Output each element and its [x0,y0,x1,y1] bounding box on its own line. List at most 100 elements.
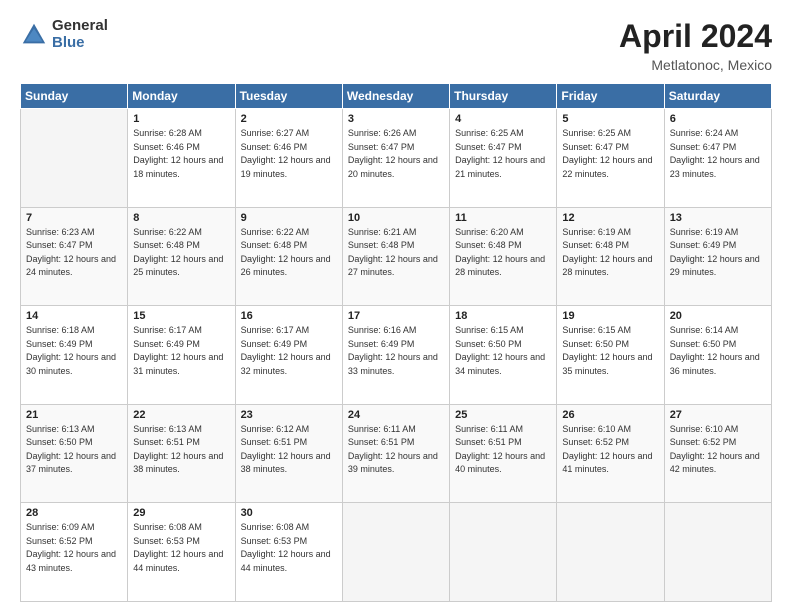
calendar-location: Metlatonoc, Mexico [619,57,772,73]
logo: General Blue [20,18,108,51]
calendar-cell [21,109,128,208]
logo-general-text: General [52,18,108,35]
day-number: 5 [562,113,658,125]
calendar-title: April 2024 [619,18,772,55]
day-info: Sunrise: 6:08 AMSunset: 6:53 PMDaylight:… [133,521,229,575]
calendar-cell [342,503,449,602]
day-info: Sunrise: 6:17 AMSunset: 6:49 PMDaylight:… [133,324,229,378]
calendar-week-3: 21 Sunrise: 6:13 AMSunset: 6:50 PMDayligh… [21,404,772,503]
calendar-week-4: 28 Sunrise: 6:09 AMSunset: 6:52 PMDayligh… [21,503,772,602]
day-number: 16 [241,310,337,322]
calendar-cell: 13Sunrise: 6:19 AMSunset: 6:49 PMDayligh… [664,207,771,306]
day-number: 21 [26,409,122,421]
day-number: 29 [133,507,229,519]
calendar-cell [557,503,664,602]
day-info: Sunrise: 6:27 AMSunset: 6:46 PMDaylight:… [241,127,337,181]
day-info: Sunrise: 6:26 AMSunset: 6:47 PMDaylight:… [348,127,444,181]
day-info: Sunrise: 6:13 AMSunset: 6:50 PMDaylight:… [26,423,122,477]
day-info: Sunrise: 6:28 AMSunset: 6:46 PMDaylight:… [133,127,229,181]
day-info: Sunrise: 6:25 AMSunset: 6:47 PMDaylight:… [562,127,658,181]
logo-icon [20,21,48,49]
calendar-cell: 16Sunrise: 6:17 AMSunset: 6:49 PMDayligh… [235,306,342,405]
calendar-cell: 11Sunrise: 6:20 AMSunset: 6:48 PMDayligh… [450,207,557,306]
calendar-cell: 25 Sunrise: 6:11 AMSunset: 6:51 PMDayligh… [450,404,557,503]
day-number: 3 [348,113,444,125]
day-number: 26 [562,409,658,421]
col-monday: Monday [128,84,235,109]
day-number: 6 [670,113,766,125]
day-info: Sunrise: 6:15 AMSunset: 6:50 PMDaylight:… [455,324,551,378]
day-number: 17 [348,310,444,322]
calendar-cell: 21 Sunrise: 6:13 AMSunset: 6:50 PMDayligh… [21,404,128,503]
calendar-cell: 17 Sunrise: 6:16 AMSunset: 6:49 PMDayligh… [342,306,449,405]
day-number: 10 [348,212,444,224]
calendar-cell: 18Sunrise: 6:15 AMSunset: 6:50 PMDayligh… [450,306,557,405]
day-info: Sunrise: 6:12 AMSunset: 6:51 PMDaylight:… [241,423,337,477]
calendar-cell: 9 Sunrise: 6:22 AMSunset: 6:48 PMDaylight… [235,207,342,306]
calendar-cell: 30 Sunrise: 6:08 AMSunset: 6:53 PMDayligh… [235,503,342,602]
day-number: 28 [26,507,122,519]
calendar-cell [450,503,557,602]
day-number: 25 [455,409,551,421]
calendar-cell: 12 Sunrise: 6:19 AMSunset: 6:48 PMDayligh… [557,207,664,306]
calendar-cell: 27Sunrise: 6:10 AMSunset: 6:52 PMDayligh… [664,404,771,503]
day-info: Sunrise: 6:11 AMSunset: 6:51 PMDaylight:… [455,423,551,477]
logo-text: General Blue [52,18,108,51]
day-info: Sunrise: 6:22 AMSunset: 6:48 PMDaylight:… [241,226,337,280]
day-info: Sunrise: 6:19 AMSunset: 6:48 PMDaylight:… [562,226,658,280]
day-number: 19 [562,310,658,322]
calendar-week-1: 7 Sunrise: 6:23 AMSunset: 6:47 PMDaylight… [21,207,772,306]
col-thursday: Thursday [450,84,557,109]
col-friday: Friday [557,84,664,109]
calendar-week-2: 14 Sunrise: 6:18 AMSunset: 6:49 PMDayligh… [21,306,772,405]
day-number: 22 [133,409,229,421]
calendar-cell: 8Sunrise: 6:22 AMSunset: 6:48 PMDaylight… [128,207,235,306]
day-info: Sunrise: 6:22 AMSunset: 6:48 PMDaylight:… [133,226,229,280]
calendar-cell [664,503,771,602]
page: General Blue April 2024 Metlatonoc, Mexi… [0,0,792,612]
calendar-cell: 5 Sunrise: 6:25 AMSunset: 6:47 PMDaylight… [557,109,664,208]
calendar-table: Sunday Monday Tuesday Wednesday Thursday… [20,83,772,602]
day-info: Sunrise: 6:08 AMSunset: 6:53 PMDaylight:… [241,521,337,575]
calendar-cell: 1Sunrise: 6:28 AMSunset: 6:46 PMDaylight… [128,109,235,208]
header: General Blue April 2024 Metlatonoc, Mexi… [20,18,772,73]
day-number: 2 [241,113,337,125]
calendar-cell: 28 Sunrise: 6:09 AMSunset: 6:52 PMDayligh… [21,503,128,602]
day-info: Sunrise: 6:09 AMSunset: 6:52 PMDaylight:… [26,521,122,575]
day-info: Sunrise: 6:18 AMSunset: 6:49 PMDaylight:… [26,324,122,378]
calendar-cell: 3 Sunrise: 6:26 AMSunset: 6:47 PMDaylight… [342,109,449,208]
calendar-cell: 14 Sunrise: 6:18 AMSunset: 6:49 PMDayligh… [21,306,128,405]
day-number: 7 [26,212,122,224]
day-number: 4 [455,113,551,125]
logo-blue-text: Blue [52,35,108,52]
day-info: Sunrise: 6:11 AMSunset: 6:51 PMDaylight:… [348,423,444,477]
day-info: Sunrise: 6:16 AMSunset: 6:49 PMDaylight:… [348,324,444,378]
day-info: Sunrise: 6:21 AMSunset: 6:48 PMDaylight:… [348,226,444,280]
day-info: Sunrise: 6:25 AMSunset: 6:47 PMDaylight:… [455,127,551,181]
day-number: 14 [26,310,122,322]
day-info: Sunrise: 6:14 AMSunset: 6:50 PMDaylight:… [670,324,766,378]
day-info: Sunrise: 6:19 AMSunset: 6:49 PMDaylight:… [670,226,766,280]
day-number: 12 [562,212,658,224]
day-number: 27 [670,409,766,421]
col-saturday: Saturday [664,84,771,109]
calendar-cell: 26 Sunrise: 6:10 AMSunset: 6:52 PMDayligh… [557,404,664,503]
day-info: Sunrise: 6:13 AMSunset: 6:51 PMDaylight:… [133,423,229,477]
col-wednesday: Wednesday [342,84,449,109]
col-sunday: Sunday [21,84,128,109]
day-info: Sunrise: 6:23 AMSunset: 6:47 PMDaylight:… [26,226,122,280]
calendar-cell: 29 Sunrise: 6:08 AMSunset: 6:53 PMDayligh… [128,503,235,602]
day-number: 11 [455,212,551,224]
col-tuesday: Tuesday [235,84,342,109]
day-number: 9 [241,212,337,224]
day-info: Sunrise: 6:10 AMSunset: 6:52 PMDaylight:… [562,423,658,477]
calendar-cell: 6Sunrise: 6:24 AMSunset: 6:47 PMDaylight… [664,109,771,208]
day-number: 23 [241,409,337,421]
calendar-cell: 15Sunrise: 6:17 AMSunset: 6:49 PMDayligh… [128,306,235,405]
header-row: Sunday Monday Tuesday Wednesday Thursday… [21,84,772,109]
day-number: 20 [670,310,766,322]
day-number: 30 [241,507,337,519]
calendar-cell: 24Sunrise: 6:11 AMSunset: 6:51 PMDayligh… [342,404,449,503]
calendar-cell: 19Sunrise: 6:15 AMSunset: 6:50 PMDayligh… [557,306,664,405]
calendar-week-0: 1Sunrise: 6:28 AMSunset: 6:46 PMDaylight… [21,109,772,208]
